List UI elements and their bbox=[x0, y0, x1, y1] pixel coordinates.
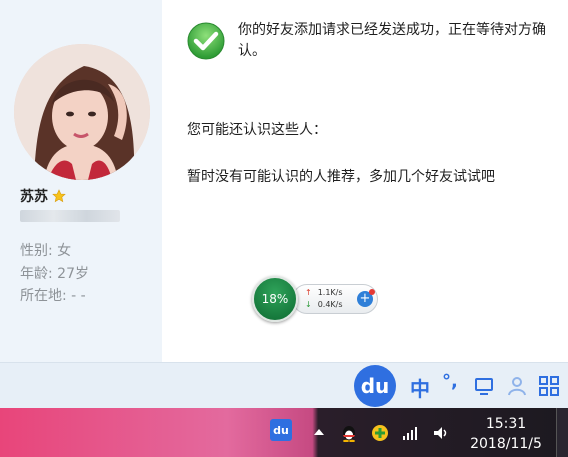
ime-punctuation[interactable]: °, bbox=[442, 371, 458, 392]
memory-usage-ball[interactable]: 18% bbox=[252, 276, 298, 322]
age-label: 年龄: 27岁 bbox=[20, 266, 89, 282]
show-hidden-icons-icon[interactable] bbox=[310, 424, 328, 442]
network-speed-widget[interactable]: ↑ 1.1K/s ↓ 0.4K/s + 18% bbox=[252, 276, 380, 322]
contact-name: 苏苏 bbox=[20, 189, 48, 205]
user-icon[interactable] bbox=[506, 375, 528, 397]
ime-mode-chinese[interactable]: 中 bbox=[410, 373, 430, 402]
ime-toolbar: du 中 °, bbox=[354, 363, 568, 407]
profile-panel: 苏苏 性别: 女 年龄: 27岁 所在地: - - bbox=[0, 0, 162, 362]
upload-speed: ↑ 1.1K/s bbox=[305, 288, 343, 297]
download-speed: ↓ 0.4K/s bbox=[305, 300, 343, 309]
qq-penguin-icon[interactable] bbox=[340, 424, 358, 442]
security-guard-icon[interactable] bbox=[371, 424, 389, 442]
download-arrow-icon: ↓ bbox=[305, 300, 312, 309]
speed-panel: ↑ 1.1K/s ↓ 0.4K/s + bbox=[292, 284, 378, 314]
success-check-icon bbox=[187, 22, 225, 60]
volume-icon[interactable] bbox=[432, 424, 450, 442]
notification-dot bbox=[369, 289, 375, 295]
blurred-account-id bbox=[20, 210, 120, 222]
keyboard-icon[interactable] bbox=[473, 375, 495, 397]
baidu-ime-logo[interactable]: du bbox=[354, 365, 396, 407]
name-row: 苏苏 bbox=[20, 186, 66, 206]
tray-baidu-ime-icon[interactable]: du bbox=[270, 419, 292, 441]
gender-label: 性别: 女 bbox=[20, 243, 72, 259]
clock-date: 2018/11/5 bbox=[470, 436, 542, 452]
maybe-know-heading: 您可能还认识这些人： bbox=[187, 122, 327, 138]
add-friend-window: 苏苏 性别: 女 年龄: 27岁 所在地: - - 你的好友添加请求已经发送成功… bbox=[0, 0, 568, 409]
no-recommendation-text: 暂时没有可能认识的人推荐，多加几个好友试试吧 bbox=[187, 169, 495, 185]
clock-time: 15:31 bbox=[485, 416, 527, 432]
upload-arrow-icon: ↑ bbox=[305, 288, 312, 297]
grid-menu-icon[interactable] bbox=[538, 375, 560, 397]
location-label: 所在地: - - bbox=[20, 288, 86, 304]
show-desktop-button[interactable] bbox=[556, 408, 568, 457]
avatar-photo bbox=[14, 44, 150, 180]
star-icon bbox=[52, 189, 66, 203]
request-sent-message: 你的好友添加请求已经发送成功，正在等待对方确认。 bbox=[238, 22, 546, 59]
network-signal-icon[interactable] bbox=[401, 424, 419, 442]
memory-percent: 18% bbox=[261, 292, 289, 306]
avatar[interactable] bbox=[14, 44, 150, 180]
taskbar-clock[interactable]: 15:31 2018/11/5 bbox=[466, 414, 546, 454]
upload-speed-value: 1.1K/s bbox=[317, 288, 343, 297]
download-speed-value: 0.4K/s bbox=[317, 300, 343, 309]
